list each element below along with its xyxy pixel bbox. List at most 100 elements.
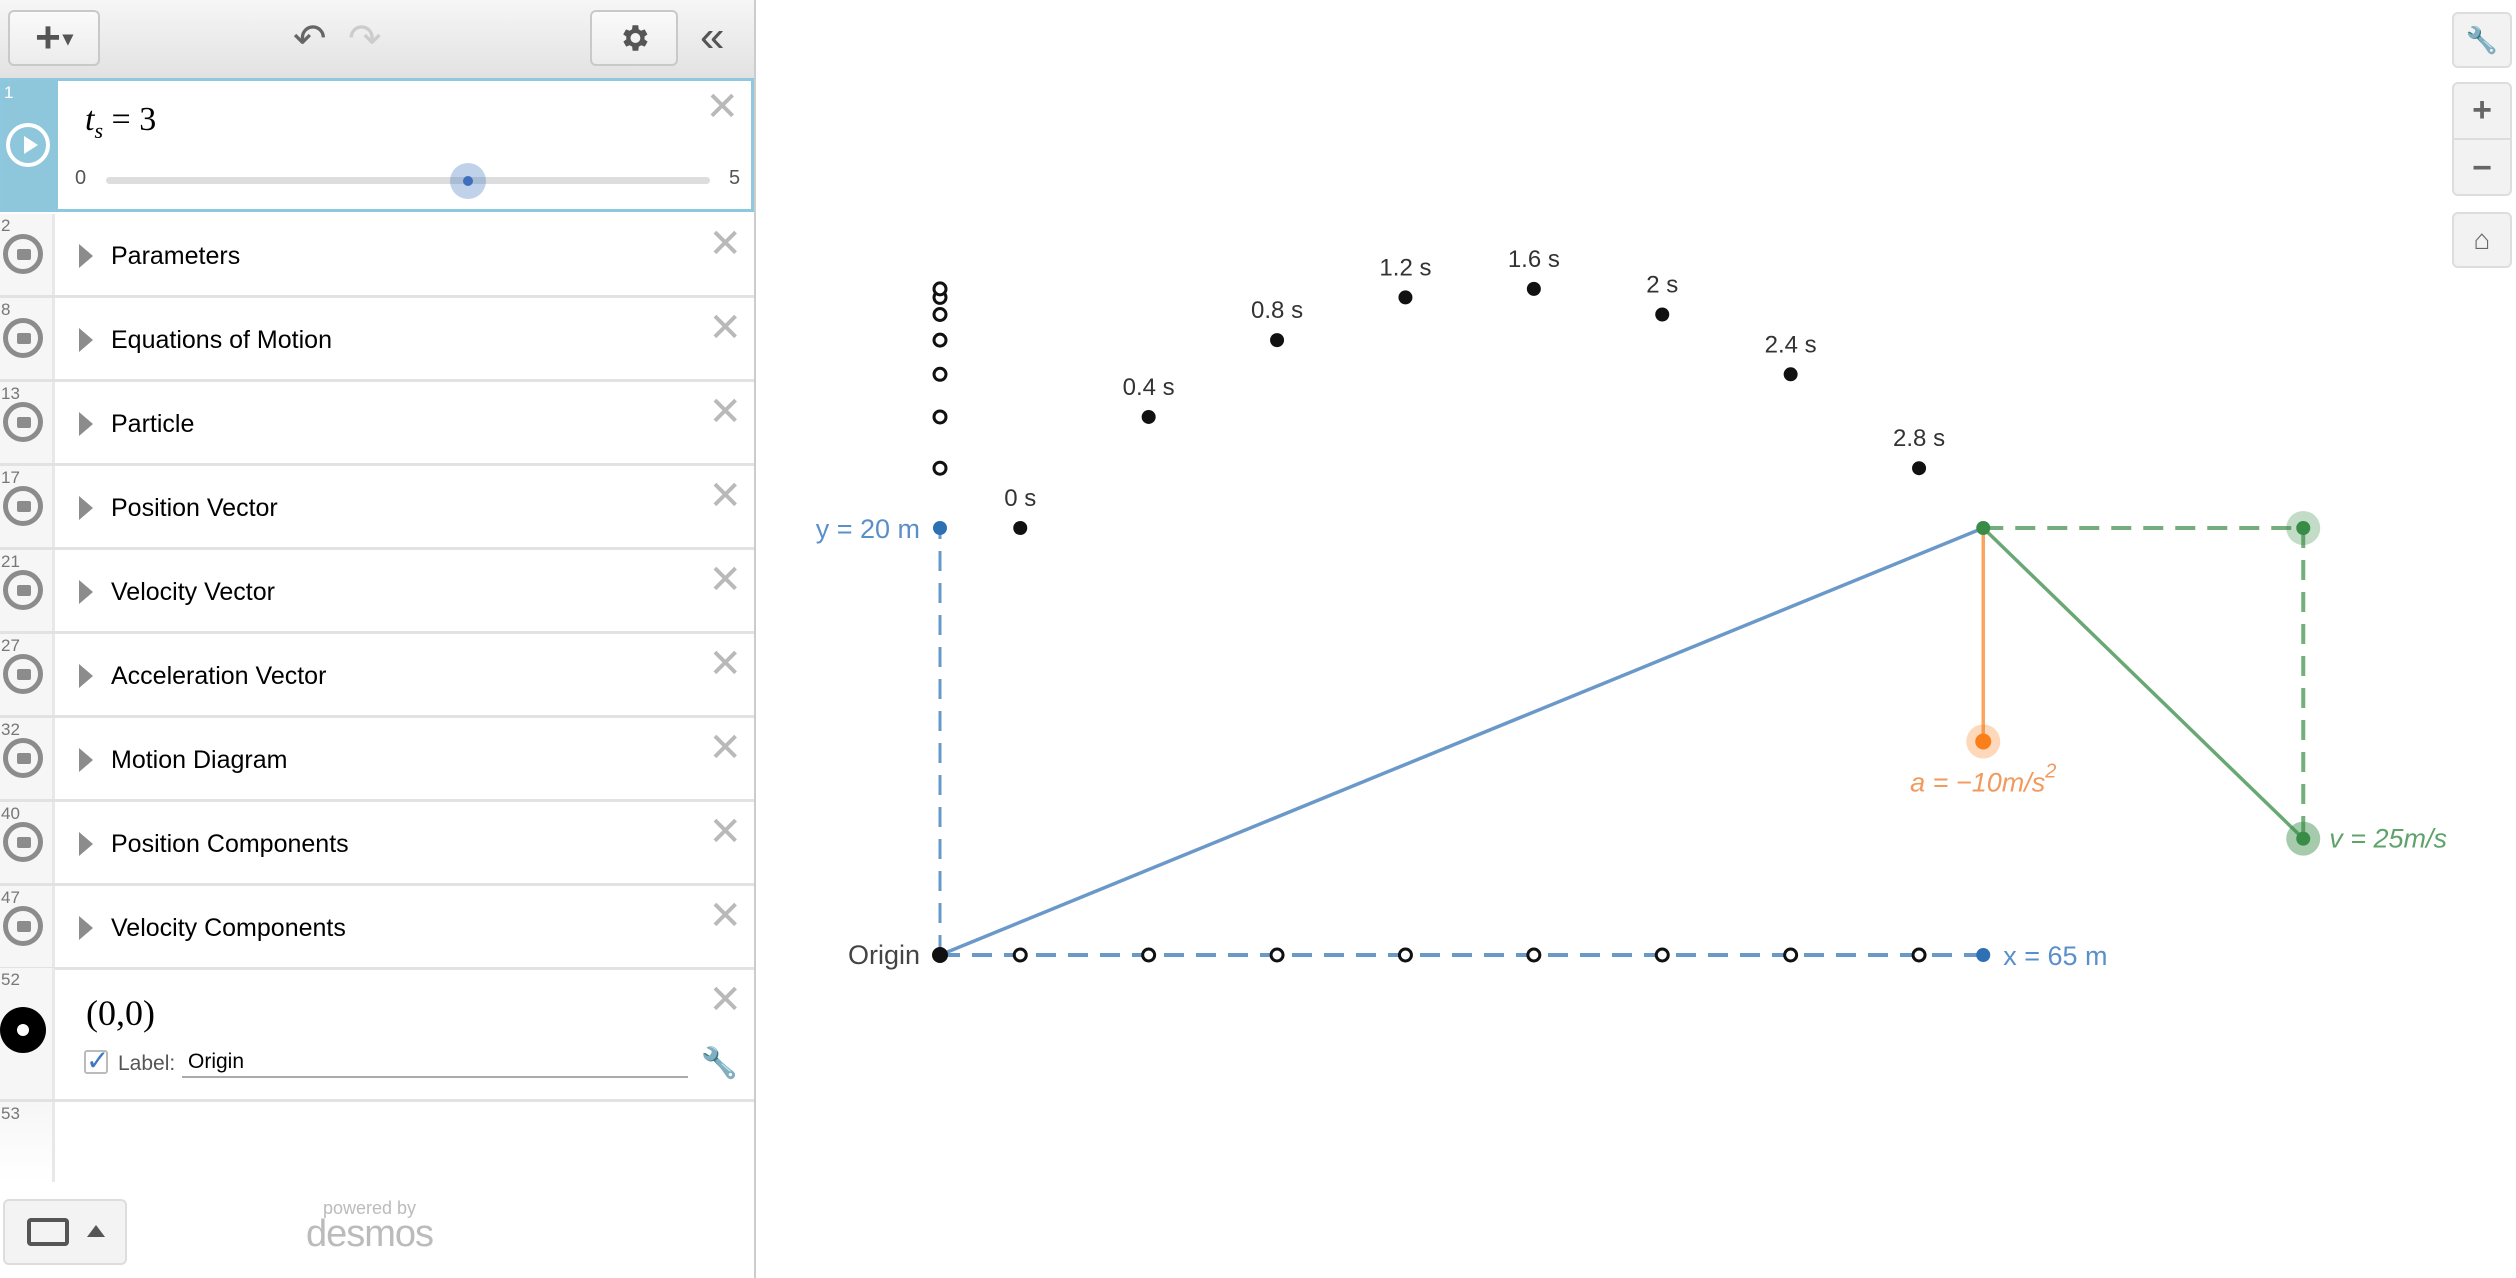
zoom-in-button[interactable]: + (2472, 82, 2492, 138)
collapse-panel-icon[interactable]: « (700, 12, 724, 62)
row-gutter: 8 (0, 298, 55, 379)
expand-triangle-icon[interactable] (79, 496, 93, 520)
keypad-toggle-button[interactable] (3, 1199, 127, 1265)
y-shadow-point (932, 366, 948, 382)
delete-icon[interactable]: ✕ (708, 476, 742, 516)
folder-icon[interactable] (3, 318, 43, 358)
folder-title[interactable]: Motion Diagram (111, 746, 287, 775)
acceleration-point (1975, 733, 1992, 750)
delete-icon[interactable]: ✕ (708, 812, 742, 852)
motion-point (1270, 333, 1285, 348)
folder-icon[interactable] (3, 654, 43, 694)
default-viewport-button[interactable]: ⌂ (2452, 212, 2512, 268)
point-row[interactable]: 52 (0,0) ✕ ✓ Label: 🔧 (0, 968, 754, 1102)
delete-icon[interactable]: ✕ (708, 392, 742, 432)
empty-expression-row[interactable]: 53 (0, 1102, 754, 1182)
slider-min[interactable]: 0 (75, 167, 86, 190)
expand-triangle-icon[interactable] (79, 328, 93, 352)
gear-icon (623, 25, 648, 51)
expand-triangle-icon[interactable] (79, 748, 93, 772)
row-gutter: 47 (0, 886, 55, 967)
folder-icon[interactable] (3, 486, 43, 526)
add-item-button[interactable]: + ▾ (8, 10, 100, 66)
delete-icon[interactable]: ✕ (708, 728, 742, 768)
delete-icon[interactable]: ✕ (708, 308, 742, 348)
folder-title[interactable]: Equations of Motion (111, 326, 332, 355)
x-component-label: x = 65 m (2003, 941, 2107, 971)
plus-icon: + (35, 13, 61, 62)
row-number: 47 (1, 888, 20, 907)
velocity-label: v = 25m/s (2329, 824, 2447, 854)
redo-icon[interactable]: ↷ (348, 16, 382, 62)
delete-icon[interactable]: ✕ (708, 644, 742, 684)
slider-expression[interactable]: ts = 3 (85, 101, 156, 144)
slider-handle[interactable] (450, 163, 487, 199)
motion-point-label: 2 s (1646, 272, 1678, 299)
folder-title[interactable]: Velocity Vector (111, 578, 275, 607)
folder-icon[interactable] (3, 234, 43, 274)
powered-by-desmos: powered by desmos (306, 1198, 434, 1256)
row-number: 21 (1, 552, 20, 571)
folder-row[interactable]: 13 Particle ✕ (0, 382, 754, 466)
row-number: 17 (1, 468, 20, 487)
acceleration-label: a = −10m/s2 (1910, 761, 2056, 798)
delete-icon[interactable]: ✕ (708, 224, 742, 264)
folder-row[interactable]: 2 Parameters ✕ (0, 214, 754, 298)
folder-title[interactable]: Acceleration Vector (111, 662, 326, 691)
folder-row[interactable]: 27 Acceleration Vector ✕ (0, 634, 754, 718)
folder-icon[interactable] (3, 738, 43, 778)
graph-settings-button[interactable]: 🔧 (2452, 12, 2512, 68)
folder-icon[interactable] (3, 402, 43, 442)
folder-title[interactable]: Velocity Components (111, 914, 346, 943)
wrench-icon[interactable]: 🔧 (701, 1046, 738, 1081)
slider-max[interactable]: 5 (729, 167, 740, 190)
folder-row[interactable]: 17 Position Vector ✕ (0, 466, 754, 550)
x-shadow-point (1654, 947, 1670, 963)
folder-row[interactable]: 47 Velocity Components ✕ (0, 886, 754, 970)
folder-title[interactable]: Parameters (111, 242, 240, 271)
point-style-icon[interactable] (0, 1007, 46, 1053)
motion-point-label: 0.8 s (1251, 297, 1303, 324)
caret-up-icon (87, 1225, 105, 1237)
play-icon[interactable] (6, 123, 50, 167)
label-input[interactable] (182, 1048, 688, 1078)
delete-icon[interactable]: ✕ (705, 87, 739, 127)
expand-triangle-icon[interactable] (79, 244, 93, 268)
point-expression[interactable]: (0,0) (86, 992, 155, 1034)
row-gutter: 52 (0, 968, 55, 1099)
motion-point-label: 1.6 s (1508, 246, 1560, 273)
slider-track[interactable] (106, 177, 710, 184)
y-component-label: y = 20 m (816, 514, 920, 544)
expand-triangle-icon[interactable] (79, 832, 93, 856)
zoom-out-button[interactable]: − (2454, 138, 2510, 196)
settings-button[interactable] (590, 10, 678, 66)
expand-triangle-icon[interactable] (79, 916, 93, 940)
folder-title[interactable]: Position Components (111, 830, 349, 859)
delete-icon[interactable]: ✕ (708, 896, 742, 936)
label-checkbox[interactable]: ✓ (84, 1047, 109, 1075)
expression-list: + ▾ ↶ ↷ « 1 ts = 3 ✕ 0 5 2 Parameters ✕ 8 Equ… (0, 0, 756, 1278)
row-gutter: 13 (0, 382, 55, 463)
undo-icon[interactable]: ↶ (293, 16, 327, 62)
expand-triangle-icon[interactable] (79, 412, 93, 436)
delete-icon[interactable]: ✕ (708, 560, 742, 600)
folder-title[interactable]: Particle (111, 410, 194, 439)
slider-row[interactable]: 1 ts = 3 ✕ 0 5 (0, 78, 754, 212)
folder-row[interactable]: 32 Motion Diagram ✕ (0, 718, 754, 802)
graph-canvas[interactable]: 0 s 0.4 s 0.8 s 1.2 s 1.6 s 2 s 2.4 s 2.8 s Orig… (756, 0, 2516, 1278)
folder-icon[interactable] (3, 906, 43, 946)
expression-toolbar: + ▾ ↶ ↷ « (0, 0, 754, 80)
folder-row[interactable]: 21 Velocity Vector ✕ (0, 550, 754, 634)
x-shadow-point (1783, 947, 1799, 963)
folder-row[interactable]: 8 Equations of Motion ✕ (0, 298, 754, 382)
row-number: 52 (1, 970, 20, 989)
expand-triangle-icon[interactable] (79, 664, 93, 688)
motion-point (1398, 290, 1413, 305)
delete-icon[interactable]: ✕ (708, 980, 742, 1020)
folder-icon[interactable] (3, 570, 43, 610)
x-shadow-point (1397, 947, 1413, 963)
folder-title[interactable]: Position Vector (111, 494, 278, 523)
folder-icon[interactable] (3, 822, 43, 862)
folder-row[interactable]: 40 Position Components ✕ (0, 802, 754, 886)
expand-triangle-icon[interactable] (79, 580, 93, 604)
